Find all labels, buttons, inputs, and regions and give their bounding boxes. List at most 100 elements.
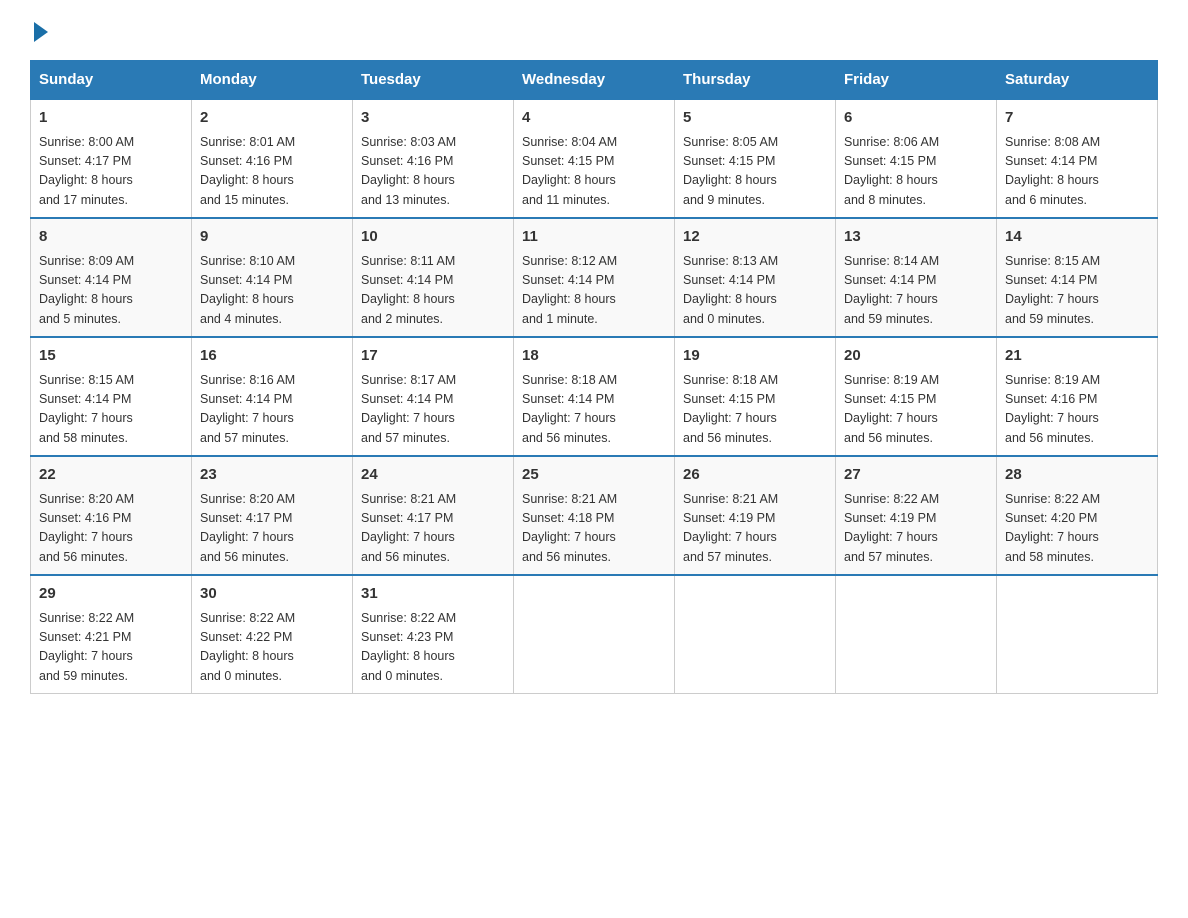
- calendar-cell: 18 Sunrise: 8:18 AMSunset: 4:14 PMDayligh…: [514, 337, 675, 456]
- col-header-thursday: Thursday: [675, 61, 836, 100]
- day-info: Sunrise: 8:09 AMSunset: 4:14 PMDaylight:…: [39, 252, 183, 330]
- day-number: 22: [39, 464, 183, 487]
- calendar-cell: 15 Sunrise: 8:15 AMSunset: 4:14 PMDayligh…: [31, 337, 192, 456]
- logo: [30, 20, 48, 42]
- day-info: Sunrise: 8:10 AMSunset: 4:14 PMDaylight:…: [200, 252, 344, 330]
- calendar-cell: 26 Sunrise: 8:21 AMSunset: 4:19 PMDayligh…: [675, 456, 836, 575]
- day-info: Sunrise: 8:22 AMSunset: 4:22 PMDaylight:…: [200, 609, 344, 687]
- calendar-cell: 3Sunrise: 8:03 AMSunset: 4:16 PMDaylight…: [353, 99, 514, 218]
- calendar-cell: [514, 575, 675, 694]
- calendar-cell: 20 Sunrise: 8:19 AMSunset: 4:15 PMDayligh…: [836, 337, 997, 456]
- calendar-cell: 11 Sunrise: 8:12 AMSunset: 4:14 PMDayligh…: [514, 218, 675, 337]
- calendar-cell: 30 Sunrise: 8:22 AMSunset: 4:22 PMDayligh…: [192, 575, 353, 694]
- col-header-tuesday: Tuesday: [353, 61, 514, 100]
- page-header: [30, 20, 1158, 42]
- calendar-cell: 14 Sunrise: 8:15 AMSunset: 4:14 PMDayligh…: [997, 218, 1158, 337]
- day-number: 14: [1005, 226, 1149, 249]
- col-header-friday: Friday: [836, 61, 997, 100]
- calendar-cell: 31 Sunrise: 8:22 AMSunset: 4:23 PMDayligh…: [353, 575, 514, 694]
- calendar-cell: 8 Sunrise: 8:09 AMSunset: 4:14 PMDaylight…: [31, 218, 192, 337]
- day-info: Sunrise: 8:12 AMSunset: 4:14 PMDaylight:…: [522, 252, 666, 330]
- calendar-cell: 9 Sunrise: 8:10 AMSunset: 4:14 PMDaylight…: [192, 218, 353, 337]
- day-number: 10: [361, 226, 505, 249]
- day-info: Sunrise: 8:14 AMSunset: 4:14 PMDaylight:…: [844, 252, 988, 330]
- day-info: Sunrise: 8:15 AMSunset: 4:14 PMDaylight:…: [1005, 252, 1149, 330]
- day-number: 27: [844, 464, 988, 487]
- day-info: Sunrise: 8:20 AMSunset: 4:16 PMDaylight:…: [39, 490, 183, 568]
- col-header-monday: Monday: [192, 61, 353, 100]
- day-number: 7: [1005, 107, 1149, 130]
- day-number: 16: [200, 345, 344, 368]
- day-number: 17: [361, 345, 505, 368]
- day-number: 23: [200, 464, 344, 487]
- day-number: 15: [39, 345, 183, 368]
- day-info: Sunrise: 8:18 AMSunset: 4:15 PMDaylight:…: [683, 371, 827, 449]
- calendar-cell: [675, 575, 836, 694]
- day-number: 26: [683, 464, 827, 487]
- day-number: 6: [844, 107, 988, 130]
- calendar-cell: 16 Sunrise: 8:16 AMSunset: 4:14 PMDayligh…: [192, 337, 353, 456]
- calendar-cell: 7 Sunrise: 8:08 AMSunset: 4:14 PMDaylight…: [997, 99, 1158, 218]
- col-header-sunday: Sunday: [31, 61, 192, 100]
- day-info: Sunrise: 8:06 AMSunset: 4:15 PMDaylight:…: [844, 133, 988, 211]
- week-row-4: 22 Sunrise: 8:20 AMSunset: 4:16 PMDayligh…: [31, 456, 1158, 575]
- day-number: 1: [39, 107, 183, 130]
- day-info: Sunrise: 8:15 AMSunset: 4:14 PMDaylight:…: [39, 371, 183, 449]
- day-number: 21: [1005, 345, 1149, 368]
- calendar-cell: 21Sunrise: 8:19 AMSunset: 4:16 PMDayligh…: [997, 337, 1158, 456]
- calendar-cell: 12Sunrise: 8:13 AMSunset: 4:14 PMDayligh…: [675, 218, 836, 337]
- calendar-cell: 1Sunrise: 8:00 AMSunset: 4:17 PMDaylight…: [31, 99, 192, 218]
- col-header-wednesday: Wednesday: [514, 61, 675, 100]
- calendar-cell: 28Sunrise: 8:22 AMSunset: 4:20 PMDayligh…: [997, 456, 1158, 575]
- calendar-cell: 19 Sunrise: 8:18 AMSunset: 4:15 PMDayligh…: [675, 337, 836, 456]
- day-info: Sunrise: 8:03 AMSunset: 4:16 PMDaylight:…: [361, 133, 505, 211]
- calendar-cell: [836, 575, 997, 694]
- day-number: 31: [361, 583, 505, 606]
- week-row-3: 15 Sunrise: 8:15 AMSunset: 4:14 PMDayligh…: [31, 337, 1158, 456]
- day-info: Sunrise: 8:20 AMSunset: 4:17 PMDaylight:…: [200, 490, 344, 568]
- day-info: Sunrise: 8:19 AMSunset: 4:15 PMDaylight:…: [844, 371, 988, 449]
- calendar-cell: 27 Sunrise: 8:22 AMSunset: 4:19 PMDayligh…: [836, 456, 997, 575]
- logo-triangle-icon: [34, 22, 48, 42]
- day-info: Sunrise: 8:22 AMSunset: 4:20 PMDaylight:…: [1005, 490, 1149, 568]
- calendar-cell: 25 Sunrise: 8:21 AMSunset: 4:18 PMDayligh…: [514, 456, 675, 575]
- calendar-cell: 4 Sunrise: 8:04 AMSunset: 4:15 PMDaylight…: [514, 99, 675, 218]
- week-row-5: 29 Sunrise: 8:22 AMSunset: 4:21 PMDayligh…: [31, 575, 1158, 694]
- col-header-saturday: Saturday: [997, 61, 1158, 100]
- day-number: 19: [683, 345, 827, 368]
- day-info: Sunrise: 8:17 AMSunset: 4:14 PMDaylight:…: [361, 371, 505, 449]
- day-info: Sunrise: 8:16 AMSunset: 4:14 PMDaylight:…: [200, 371, 344, 449]
- day-number: 2: [200, 107, 344, 130]
- day-info: Sunrise: 8:21 AMSunset: 4:19 PMDaylight:…: [683, 490, 827, 568]
- day-number: 18: [522, 345, 666, 368]
- calendar-cell: [997, 575, 1158, 694]
- calendar-cell: 22 Sunrise: 8:20 AMSunset: 4:16 PMDayligh…: [31, 456, 192, 575]
- calendar-cell: 5 Sunrise: 8:05 AMSunset: 4:15 PMDaylight…: [675, 99, 836, 218]
- day-info: Sunrise: 8:11 AMSunset: 4:14 PMDaylight:…: [361, 252, 505, 330]
- calendar-cell: 2 Sunrise: 8:01 AMSunset: 4:16 PMDaylight…: [192, 99, 353, 218]
- day-number: 5: [683, 107, 827, 130]
- day-info: Sunrise: 8:05 AMSunset: 4:15 PMDaylight:…: [683, 133, 827, 211]
- day-info: Sunrise: 8:08 AMSunset: 4:14 PMDaylight:…: [1005, 133, 1149, 211]
- day-info: Sunrise: 8:18 AMSunset: 4:14 PMDaylight:…: [522, 371, 666, 449]
- day-info: Sunrise: 8:22 AMSunset: 4:19 PMDaylight:…: [844, 490, 988, 568]
- day-number: 30: [200, 583, 344, 606]
- day-info: Sunrise: 8:22 AMSunset: 4:21 PMDaylight:…: [39, 609, 183, 687]
- day-number: 20: [844, 345, 988, 368]
- day-number: 29: [39, 583, 183, 606]
- week-row-2: 8 Sunrise: 8:09 AMSunset: 4:14 PMDaylight…: [31, 218, 1158, 337]
- week-row-1: 1Sunrise: 8:00 AMSunset: 4:17 PMDaylight…: [31, 99, 1158, 218]
- calendar-table: SundayMondayTuesdayWednesdayThursdayFrid…: [30, 60, 1158, 694]
- day-info: Sunrise: 8:21 AMSunset: 4:18 PMDaylight:…: [522, 490, 666, 568]
- day-info: Sunrise: 8:04 AMSunset: 4:15 PMDaylight:…: [522, 133, 666, 211]
- calendar-header-row: SundayMondayTuesdayWednesdayThursdayFrid…: [31, 61, 1158, 100]
- calendar-cell: 29 Sunrise: 8:22 AMSunset: 4:21 PMDayligh…: [31, 575, 192, 694]
- day-number: 11: [522, 226, 666, 249]
- day-info: Sunrise: 8:22 AMSunset: 4:23 PMDaylight:…: [361, 609, 505, 687]
- day-number: 25: [522, 464, 666, 487]
- calendar-cell: 10 Sunrise: 8:11 AMSunset: 4:14 PMDayligh…: [353, 218, 514, 337]
- day-number: 8: [39, 226, 183, 249]
- day-number: 9: [200, 226, 344, 249]
- day-number: 4: [522, 107, 666, 130]
- day-info: Sunrise: 8:01 AMSunset: 4:16 PMDaylight:…: [200, 133, 344, 211]
